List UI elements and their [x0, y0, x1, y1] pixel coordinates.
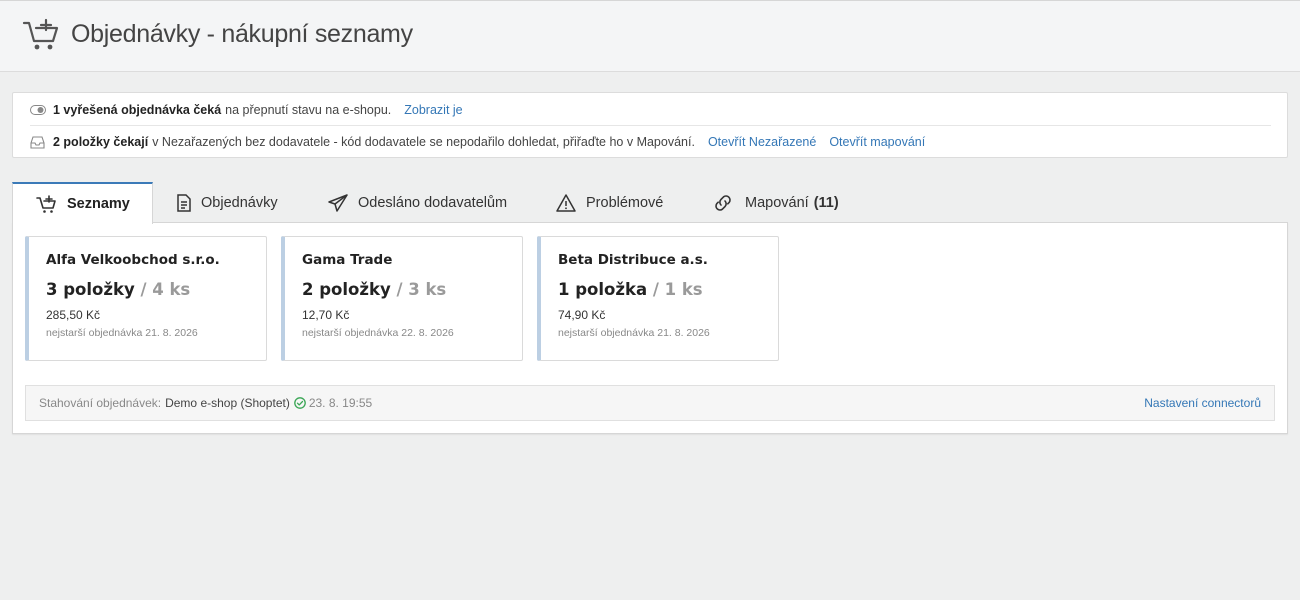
tab-sent-to-suppliers[interactable]: Odesláno dodavatelům: [328, 182, 507, 223]
tab-bar: Seznamy Objednávky Odesláno dodavatelům …: [12, 182, 1288, 224]
page-title: Objednávky - nákupní seznamy: [71, 20, 413, 48]
connector-settings-link[interactable]: Nastavení connectorů: [1144, 396, 1261, 410]
warning-icon: [556, 193, 576, 212]
notice-unassigned-items: 2 položky čekají v Nezařazených bez doda…: [13, 126, 1287, 158]
toggle-icon: [30, 103, 46, 117]
open-unassigned-link[interactable]: Otevřít Nezařazené: [708, 135, 816, 149]
item-count: 3 položky / 4 ks: [46, 280, 190, 299]
supplier-name: Beta Distribuce a.s.: [558, 252, 708, 268]
items-value: 3 položky: [46, 280, 135, 299]
tab-label: Odesláno dodavatelům: [358, 194, 508, 211]
lists-panel: Alfa Velkoobchod s.r.o. 3 položky / 4 ks…: [12, 222, 1288, 434]
total-price: 12,70 Kč: [302, 308, 350, 322]
supplier-card[interactable]: Gama Trade 2 položky / 3 ks 12,70 Kč nej…: [281, 236, 523, 361]
notice-bold: 1 vyřešená objednávka čeká: [53, 103, 222, 117]
supplier-name: Gama Trade: [302, 252, 393, 268]
tab-label: Mapování: [745, 194, 809, 211]
mapping-count-badge: (11): [813, 194, 839, 211]
tab-lists[interactable]: Seznamy: [12, 182, 153, 224]
sync-label: Stahování objednávek:: [39, 396, 162, 410]
items-value: 2 položky: [302, 280, 391, 299]
pieces-value: / 1 ks: [652, 280, 703, 299]
tab-label: Problémové: [586, 194, 664, 211]
document-icon: [177, 193, 191, 212]
oldest-order: nejstarší objednávka 22. 8. 2026: [302, 327, 454, 339]
pieces-value: / 4 ks: [140, 280, 191, 299]
paper-plane-icon: [328, 193, 348, 212]
cart-plus-icon: [22, 17, 60, 53]
tab-label: Objednávky: [201, 194, 278, 211]
tab-problematic[interactable]: Problémové: [556, 182, 663, 223]
cart-plus-icon: [36, 194, 57, 214]
sync-status-bar: Stahování objednávek: Demo e-shop (Shopt…: [25, 385, 1275, 421]
pieces-value: / 3 ks: [396, 280, 447, 299]
total-price: 285,50 Kč: [46, 308, 101, 322]
notice-text: na přepnutí stavu na e-shopu.: [225, 103, 392, 117]
notice-bold: 2 položky čekají: [53, 135, 149, 149]
notice-panel: 1 vyřešená objednávka čeká na přepnutí s…: [12, 92, 1288, 158]
notice-text: v Nezařazených bez dodavatele - kód doda…: [152, 135, 695, 149]
tab-mapping[interactable]: Mapování (11): [711, 182, 839, 223]
tab-label: Seznamy: [67, 196, 130, 212]
open-mapping-link[interactable]: Otevřít mapování: [829, 135, 925, 149]
page-header: Objednávky - nákupní seznamy: [0, 0, 1300, 72]
link-icon: [711, 194, 735, 212]
notice-resolved-order: 1 vyřešená objednávka čeká na přepnutí s…: [13, 94, 1287, 126]
item-count: 1 položka / 1 ks: [558, 280, 703, 299]
item-count: 2 položky / 3 ks: [302, 280, 446, 299]
shop-name: Demo e-shop (Shoptet): [165, 396, 290, 410]
items-value: 1 položka: [558, 280, 648, 299]
tab-orders[interactable]: Objednávky: [177, 182, 278, 223]
supplier-name: Alfa Velkoobchod s.r.o.: [46, 252, 220, 268]
supplier-card[interactable]: Beta Distribuce a.s. 1 položka / 1 ks 74…: [537, 236, 779, 361]
check-circle-icon: [293, 397, 306, 409]
oldest-order: nejstarší objednávka 21. 8. 2026: [558, 327, 710, 339]
show-them-link[interactable]: Zobrazit je: [404, 103, 462, 117]
sync-time: 23. 8. 19:55: [308, 396, 373, 410]
inbox-icon: [30, 135, 46, 149]
oldest-order: nejstarší objednávka 21. 8. 2026: [46, 327, 198, 339]
supplier-card[interactable]: Alfa Velkoobchod s.r.o. 3 položky / 4 ks…: [25, 236, 267, 361]
total-price: 74,90 Kč: [558, 308, 606, 322]
